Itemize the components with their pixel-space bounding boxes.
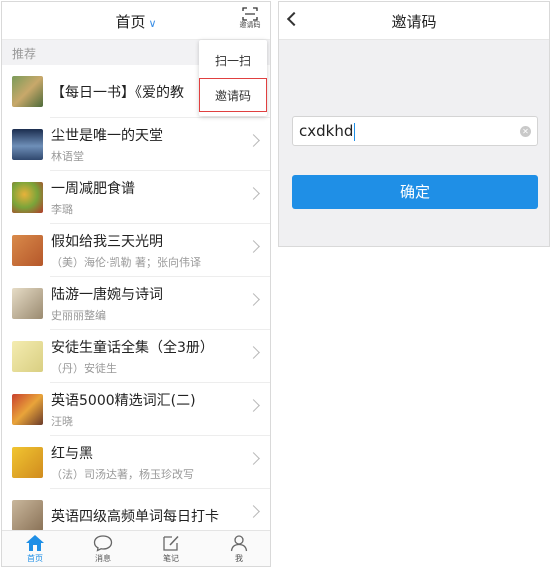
list-item[interactable]: 英语5000精选词汇(二) 汪晓 xyxy=(2,383,270,436)
book-title: 一周减肥食谱 xyxy=(51,181,135,197)
book-title: 红与黑 xyxy=(51,446,93,462)
book-cover xyxy=(12,394,43,425)
chevron-right-icon xyxy=(247,505,260,518)
book-author: （美）海伦·凯勒 著；张向伟译 xyxy=(51,256,201,269)
book-title: 【每日一书】《爱的教 xyxy=(51,85,184,101)
chevron-right-icon xyxy=(247,293,260,306)
menu-item-invite-code[interactable]: 邀请码 xyxy=(199,78,267,112)
chevron-right-icon xyxy=(247,134,260,147)
page-title: 邀请码 xyxy=(391,13,437,31)
book-title: 陆游一唐婉与诗词 xyxy=(51,287,163,303)
message-icon xyxy=(93,535,113,552)
confirm-button[interactable]: 确定 xyxy=(292,175,538,209)
person-icon xyxy=(230,535,248,552)
tab-notes[interactable]: 笔记 xyxy=(153,534,189,564)
book-author: （丹）安徒生 xyxy=(51,362,117,375)
book-cover xyxy=(12,129,43,160)
top-bar: 首页 ∨ 邀请码 xyxy=(2,2,270,40)
note-icon xyxy=(163,535,179,551)
book-title: 英语5000精选词汇(二) xyxy=(51,393,196,409)
scan-icon xyxy=(242,7,258,21)
book-cover xyxy=(12,76,43,107)
book-author: 史丽丽整编 xyxy=(51,309,106,322)
page-title-dropdown[interactable]: 首页 ∨ xyxy=(2,11,270,32)
popup-menu: 扫一扫 邀请码 xyxy=(199,40,267,116)
chevron-right-icon xyxy=(247,240,260,253)
book-cover xyxy=(12,288,43,319)
chevron-right-icon xyxy=(247,346,260,359)
invite-code-input[interactable] xyxy=(299,120,499,142)
tab-me[interactable]: 我 xyxy=(221,534,257,564)
menu-item-scan[interactable]: 扫一扫 xyxy=(199,44,267,78)
tab-label: 我 xyxy=(235,554,243,563)
tab-messages[interactable]: 消息 xyxy=(85,534,121,564)
book-cover xyxy=(12,447,43,478)
clear-icon[interactable]: ✕ xyxy=(520,126,531,137)
list-item[interactable]: 安徒生童话全集（全3册） （丹）安徒生 xyxy=(2,330,270,383)
book-title: 尘世是唯一的天堂 xyxy=(51,128,163,144)
list-item[interactable]: 尘世是唯一的天堂 林语堂 xyxy=(2,118,270,171)
book-title: 安徒生童话全集（全3册） xyxy=(51,340,214,356)
home-screen: 首页 ∨ 邀请码 推荐 【每日一书】《爱的教 尘世是唯一的天堂 林语堂 一周减肥食… xyxy=(1,1,271,567)
book-cover xyxy=(12,341,43,372)
tab-label: 消息 xyxy=(95,554,111,563)
top-bar: 邀请码 xyxy=(279,2,549,40)
invite-code-screen: 邀请码 ✕ 确定 xyxy=(278,1,550,247)
book-cover xyxy=(12,235,43,266)
chevron-right-icon xyxy=(247,452,260,465)
tab-label: 笔记 xyxy=(163,554,179,563)
tab-home[interactable]: 首页 xyxy=(17,534,53,564)
scan-button-label: 邀请码 xyxy=(239,21,261,29)
book-title: 英语四级高频单词每日打卡 xyxy=(51,509,219,525)
book-title: 假如给我三天光明 xyxy=(51,234,163,250)
list-item[interactable]: 陆游一唐婉与诗词 史丽丽整编 xyxy=(2,277,270,330)
invite-code-field[interactable]: ✕ xyxy=(292,116,538,146)
list-item[interactable]: 红与黑 （法）司汤达著，杨玉珍改写 xyxy=(2,436,270,489)
list-item[interactable]: 假如给我三天光明 （美）海伦·凯勒 著；张向伟译 xyxy=(2,224,270,277)
chevron-right-icon xyxy=(247,187,260,200)
bottom-tab-bar: 首页 消息 笔记 我 xyxy=(2,530,270,566)
chevron-down-icon: ∨ xyxy=(148,17,157,30)
book-author: 林语堂 xyxy=(51,150,84,163)
invite-code-button[interactable]: 邀请码 xyxy=(236,5,264,37)
text-caret xyxy=(354,123,355,141)
book-cover xyxy=(12,500,43,531)
book-author: 汪晓 xyxy=(51,415,73,428)
home-icon xyxy=(26,535,44,551)
book-author: （法）司汤达著，杨玉珍改写 xyxy=(51,468,194,481)
list-item[interactable]: 一周减肥食谱 李璐 xyxy=(2,171,270,224)
book-author: 李璐 xyxy=(51,203,73,216)
book-cover xyxy=(12,182,43,213)
page-title: 首页 xyxy=(115,13,146,31)
chevron-right-icon xyxy=(247,399,260,412)
tab-label: 首页 xyxy=(27,554,43,563)
